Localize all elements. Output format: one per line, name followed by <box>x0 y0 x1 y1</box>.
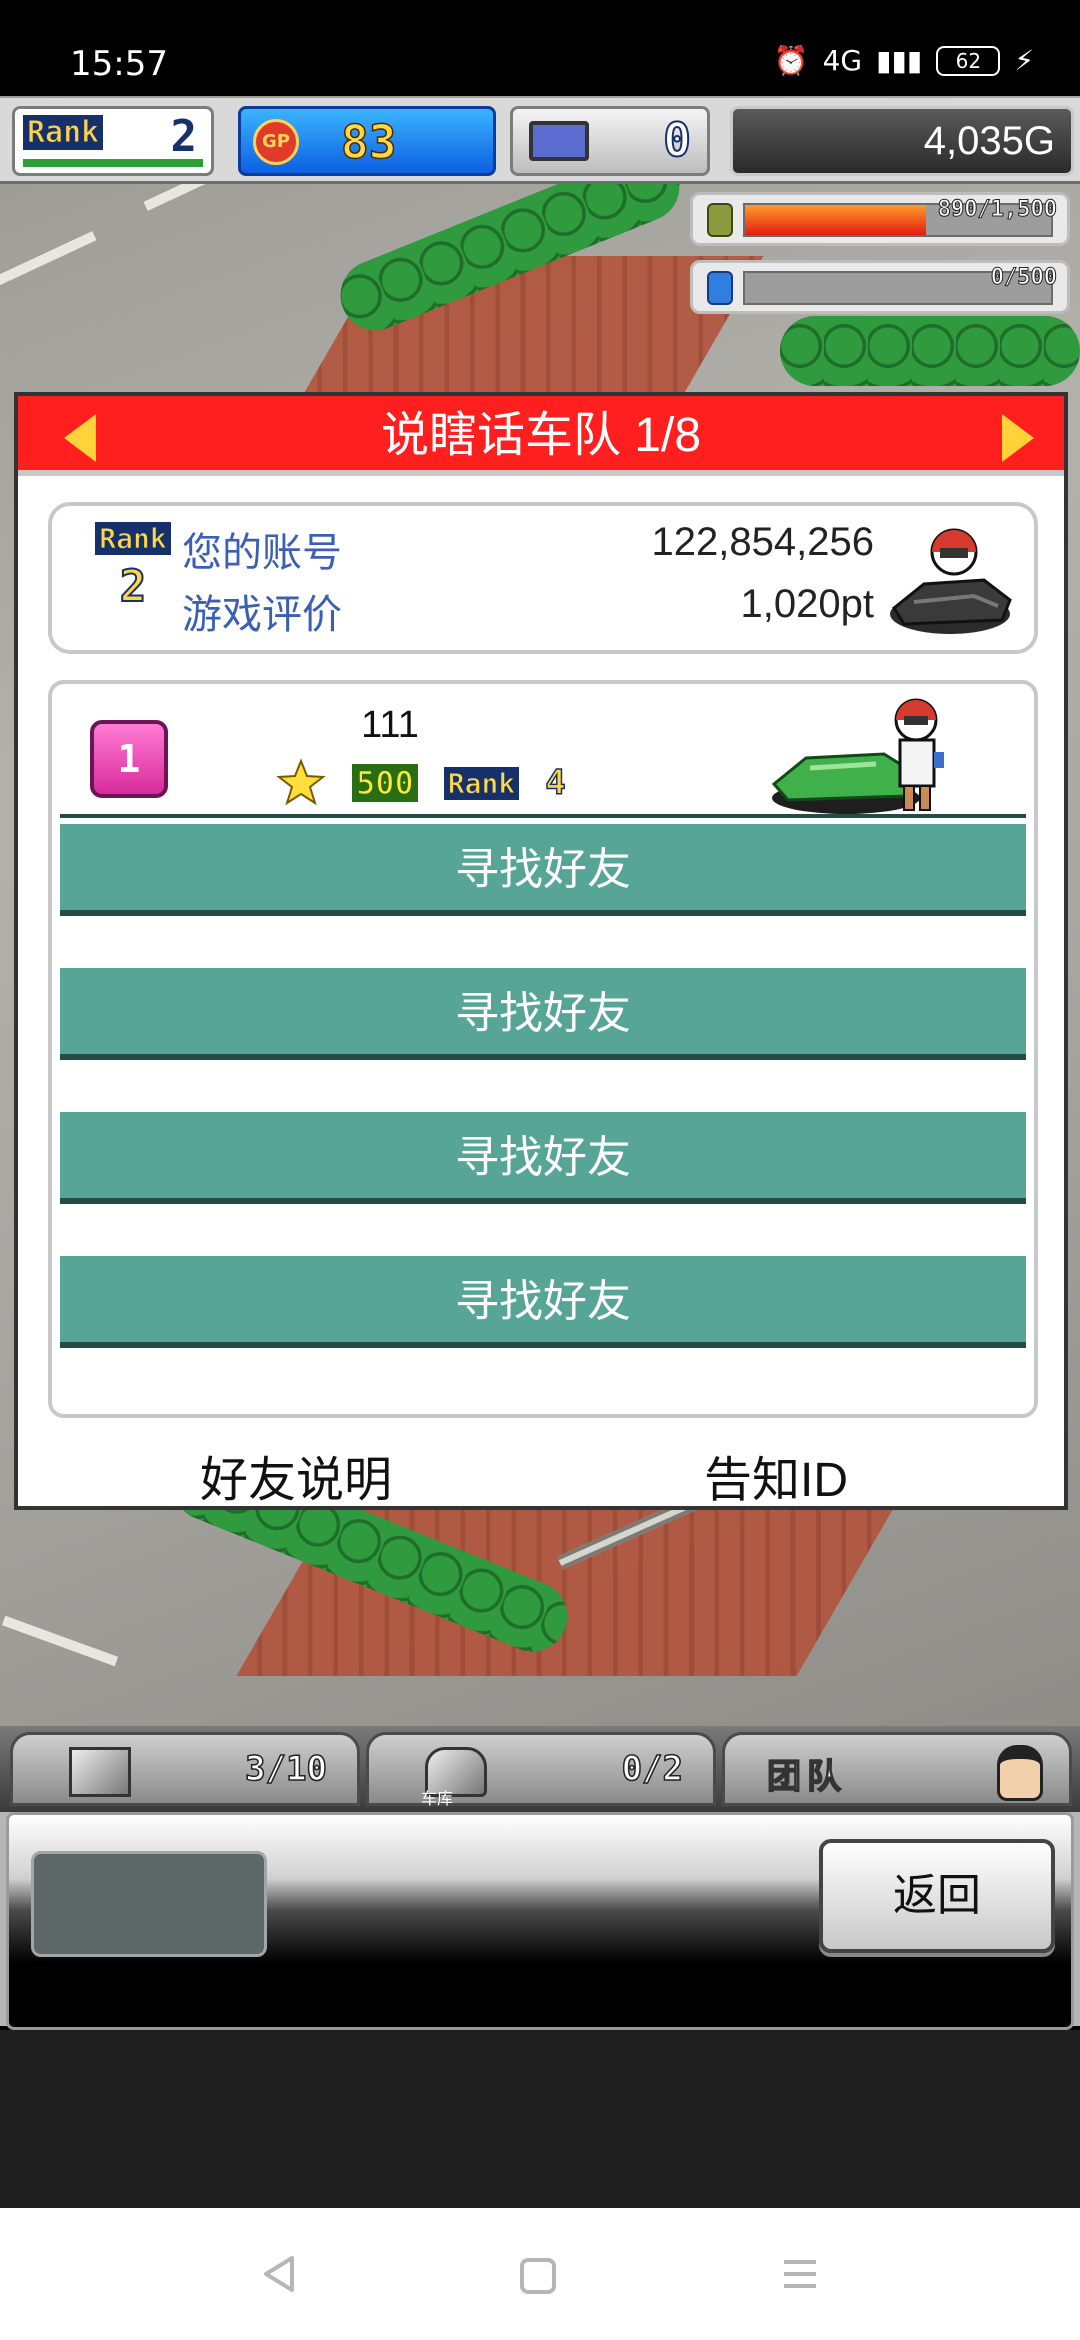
member-slot-badge: 1 <box>90 720 168 798</box>
find-friend-button[interactable]: 寻找好友 <box>60 968 1026 1060</box>
research-value: 0 <box>662 112 692 168</box>
status-icons: ⏰ 4G ▮▮▮ 62 ⚡ <box>774 44 1034 77</box>
xp-bar <box>23 159 203 167</box>
garage-label: 车库 <box>421 1789 454 1808</box>
account-label: 您的账号 <box>182 531 342 575</box>
research-display[interactable]: 0 <box>510 106 710 176</box>
clock: 15:57 <box>70 44 168 84</box>
fuel-text: 890/1,500 <box>937 197 1057 223</box>
member-name: 111 <box>361 704 419 746</box>
water-text: 0/500 <box>990 265 1057 291</box>
account-value: 122,854,256 <box>651 520 874 564</box>
road-marking <box>0 231 97 291</box>
battery-icon: 62 <box>936 45 1001 76</box>
find-friend-button[interactable]: 寻找好友 <box>60 824 1026 916</box>
account-rank-badge: Rank 2 <box>88 522 178 613</box>
network-label: 4G <box>822 44 863 77</box>
player-car-icon <box>890 528 1012 634</box>
driver-face-icon <box>997 1745 1043 1801</box>
member-car-icon <box>771 698 944 814</box>
gp-value: 83 <box>340 114 397 170</box>
gp-coin-icon: GP <box>253 119 299 165</box>
rating-label: 游戏评价 <box>182 593 342 637</box>
dialog-footer: 好友说明 告知ID <box>18 1424 1064 1510</box>
garage-count: 0/2 <box>621 1748 684 1790</box>
team-dialog: 说瞎话车队 1/8 Rank 2 您的账号 122,854,256 游戏评价 1… <box>14 392 1068 1510</box>
alarm-icon: ⏰ <box>773 44 809 77</box>
fuel-fill <box>745 205 927 235</box>
action-bar: 返回 <box>6 1812 1074 2030</box>
nav-menu-icon[interactable] <box>780 2254 820 2294</box>
account-panel: Rank 2 您的账号 122,854,256 游戏评价 1,020pt <box>48 502 1038 654</box>
fuel-bar: 890/1,500 <box>690 192 1070 246</box>
storage-count: 3/10 <box>244 1748 327 1790</box>
friend-info-button[interactable]: 好友说明 <box>200 1440 392 1510</box>
charging-icon: ⚡ <box>1014 44 1034 77</box>
nav-back-icon[interactable] <box>260 2254 300 2294</box>
water-bottle-icon <box>707 271 733 305</box>
next-team-button[interactable] <box>1002 414 1034 462</box>
tab-team[interactable]: 团队 <box>722 1732 1072 1806</box>
nav-home-icon[interactable] <box>520 2258 556 2294</box>
member-rank-label: Rank <box>443 766 520 800</box>
rating-value: 1,020pt <box>740 582 874 626</box>
dialog-header: 说瞎话车队 1/8 <box>18 396 1064 476</box>
member-points: 500 <box>352 763 418 803</box>
rank-label: Rank <box>23 115 104 151</box>
rank-display: Rank 2 <box>12 106 214 176</box>
back-button[interactable]: 返回 <box>819 1839 1055 1953</box>
lower-panel <box>0 2030 1080 2208</box>
star-icon <box>276 758 326 806</box>
member-stats: 500 Rank 4 <box>276 758 566 808</box>
member-list: 1 111 500 Rank 4 寻找好友 寻找好友 寻找好友 寻找好友 <box>48 680 1038 1418</box>
status-bar: 15:57 ⏰ 4G ▮▮▮ 62 ⚡ <box>0 0 1080 96</box>
system-nav-bar <box>0 2208 1080 2340</box>
account-rank-value: 2 <box>119 560 148 613</box>
money-display: 4,035G <box>730 106 1074 176</box>
rank-value: 2 <box>170 111 198 162</box>
water-bar: 0/500 <box>690 260 1070 314</box>
team-tab-label: 团队 <box>766 1756 847 1798</box>
tab-garage[interactable]: 车库 0/2 <box>366 1732 716 1808</box>
fuel-barrel-icon <box>707 203 733 237</box>
battery-level: 62 <box>955 48 982 73</box>
find-friend-button[interactable]: 寻找好友 <box>60 1256 1026 1348</box>
road-marking <box>1 1615 119 1667</box>
member-rank-value: 4 <box>544 762 566 804</box>
account-rank-label: Rank <box>95 522 171 556</box>
blank-slot <box>31 1851 267 1957</box>
prev-team-button[interactable] <box>64 414 96 462</box>
crate-icon <box>69 1747 131 1797</box>
tab-storage[interactable]: 3/10 <box>10 1732 360 1806</box>
team-name: 说瞎话车队 1/8 <box>380 409 702 462</box>
tell-id-button[interactable]: 告知ID <box>704 1440 848 1510</box>
member-row[interactable]: 1 111 500 Rank 4 <box>60 688 1026 818</box>
find-friend-button[interactable]: 寻找好友 <box>60 1112 1026 1204</box>
bottom-hud: 3/10 车库 0/2 团队 返回 <box>0 1726 1080 2030</box>
gp-display[interactable]: GP 83 <box>238 106 496 176</box>
signal-icon: ▮▮▮ <box>876 44 923 77</box>
money-value: 4,035G <box>923 119 1055 163</box>
tree-row <box>780 316 1080 386</box>
bottom-tabs: 3/10 车库 0/2 团队 <box>0 1726 1080 1812</box>
top-hud: Rank 2 GP 83 0 4,035G <box>0 98 1080 184</box>
computer-icon <box>529 121 589 161</box>
